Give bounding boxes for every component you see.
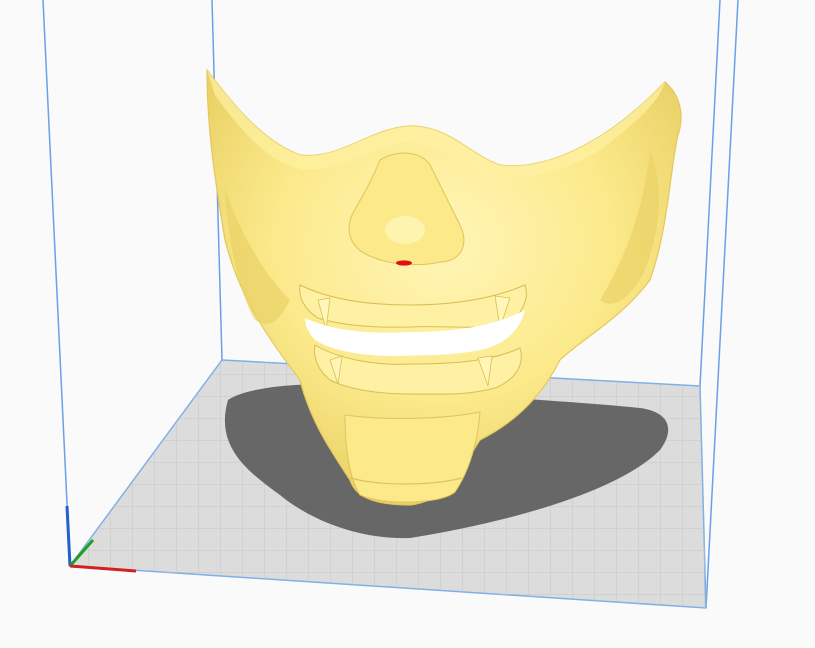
build-volume-edge-right-back (699, 0, 721, 387)
mask-nose-highlight (385, 216, 425, 244)
z-axis (65, 505, 72, 567)
3d-viewport[interactable] (0, 0, 815, 648)
build-volume-edge-left-front (42, 0, 71, 567)
nose-marker (396, 260, 412, 266)
scene-canvas[interactable] (0, 0, 815, 648)
build-volume-edge-right-front (705, 0, 739, 609)
